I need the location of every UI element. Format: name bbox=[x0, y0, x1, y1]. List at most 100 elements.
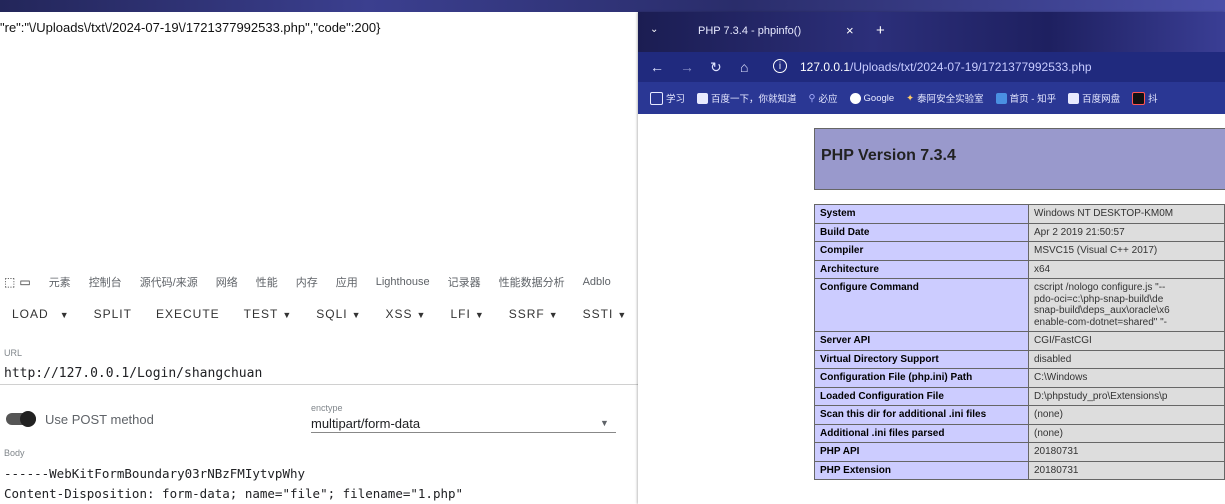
phpinfo-key: System bbox=[814, 204, 1029, 224]
phpinfo-row: Loaded Configuration File D:\phpstudy_pro… bbox=[814, 386, 1225, 406]
test-menu-button[interactable]: TEST ▼ bbox=[244, 307, 293, 321]
phpinfo-key: Server API bbox=[814, 331, 1029, 351]
post-method-label: Use POST method bbox=[45, 412, 154, 427]
phpinfo-key: PHP API bbox=[814, 442, 1029, 462]
enctype-underline bbox=[311, 432, 616, 433]
tab-search-icon[interactable]: ⌄ bbox=[650, 24, 658, 35]
douyin-icon bbox=[1132, 91, 1146, 105]
chevron-down-icon: ▼ bbox=[548, 310, 559, 320]
phpinfo-key: Configuration File (php.ini) Path bbox=[814, 368, 1029, 388]
phpinfo-row: Virtual Directory Support disabled bbox=[814, 349, 1225, 369]
url-label: URL bbox=[4, 348, 23, 358]
xss-menu-button[interactable]: XSS ▼ bbox=[386, 307, 427, 321]
devtools-tab[interactable]: Lighthouse bbox=[376, 276, 430, 288]
execute-button[interactable]: EXECUTE bbox=[156, 307, 220, 321]
ssrf-menu-button[interactable]: SSRF ▼ bbox=[509, 307, 559, 321]
folder-icon bbox=[650, 91, 663, 105]
phpinfo-key: Additional .ini files parsed bbox=[814, 423, 1029, 443]
phpinfo-row: Build Date Apr 2 2019 21:50:57 bbox=[814, 222, 1225, 242]
phpinfo-value: MSVC15 (Visual C++ 2017) bbox=[1028, 241, 1225, 261]
bookmark-item[interactable]: ⚲ 必应 bbox=[808, 91, 838, 106]
devtools-tab[interactable]: 控制台 bbox=[89, 274, 122, 290]
phpinfo-key: Scan this dir for additional .ini files bbox=[814, 405, 1029, 425]
body-textarea-line[interactable]: Content-Disposition: form-data; name="fi… bbox=[4, 486, 463, 501]
home-icon[interactable]: ⌂ bbox=[740, 59, 748, 75]
baidu-netdisk-icon bbox=[1068, 92, 1080, 104]
phpinfo-row: Compiler MSVC15 (Visual C++ 2017) bbox=[814, 241, 1225, 261]
phpinfo-page: PHP Version 7.3.4 System Windows NT DESKT… bbox=[638, 114, 1225, 504]
post-method-toggle[interactable] bbox=[6, 411, 36, 427]
reload-icon[interactable]: ↻ bbox=[710, 59, 722, 76]
site-info-icon[interactable]: i bbox=[773, 59, 787, 73]
body-textarea-line[interactable]: ------WebKitFormBoundary03rNBzFMIytvpWhy bbox=[4, 466, 305, 481]
phpinfo-row: PHP API 20180731 bbox=[814, 442, 1225, 462]
devtools-tab[interactable]: 网络 bbox=[216, 274, 238, 290]
devtools-tab[interactable]: 源代码/来源 bbox=[140, 274, 198, 290]
address-bar[interactable]: 127.0.0.1/Uploads/txt/2024-07-19/1721377… bbox=[800, 60, 1092, 74]
devtools-tab[interactable]: 内存 bbox=[296, 274, 318, 290]
bookmark-item[interactable]: Google bbox=[849, 92, 894, 104]
load-button[interactable]: LOAD ▼ bbox=[12, 307, 70, 321]
search-icon: ⚲ bbox=[808, 92, 816, 104]
phpinfo-row: System Windows NT DESKTOP-KM0M bbox=[814, 204, 1225, 224]
ssti-menu-button[interactable]: SSTI ▼ bbox=[583, 307, 628, 321]
devtools-tab[interactable]: Adblo bbox=[583, 276, 611, 288]
enctype-select[interactable]: multipart/form-data bbox=[311, 416, 616, 431]
phpinfo-key: Virtual Directory Support bbox=[814, 349, 1029, 369]
phpinfo-value: cscript /nologo configure.js "-- pdo-oci… bbox=[1028, 278, 1225, 332]
phpinfo-row: Configure Command cscript /nologo configu… bbox=[814, 278, 1225, 332]
phpinfo-value: (none) bbox=[1028, 423, 1225, 443]
browser-window: ⌄ PHP 7.3.4 - phpinfo() × + ← → ↻ ⌂ i 12… bbox=[638, 12, 1225, 504]
toggle-knob bbox=[20, 411, 36, 427]
back-icon[interactable]: ← bbox=[650, 59, 664, 75]
devtools-tab[interactable]: 性能数据分析 bbox=[499, 274, 565, 290]
phpinfo-value: C:\Windows bbox=[1028, 368, 1225, 388]
load-dropdown-icon[interactable]: ▼ bbox=[53, 310, 70, 320]
chevron-down-icon: ▼ bbox=[617, 310, 628, 320]
bookmarks-bar: 学习 百度一下，你就知道 ⚲ 必应 Google ✦ 泰阿安全实验室 首页 - 知乎… bbox=[638, 82, 1225, 114]
zhihu-icon bbox=[995, 92, 1007, 104]
browser-tab-strip: ⌄ PHP 7.3.4 - phpinfo() × + bbox=[638, 12, 1225, 52]
devtools-tab[interactable]: 元素 bbox=[49, 274, 71, 290]
phpinfo-value: 20180731 bbox=[1028, 460, 1225, 480]
url-input[interactable]: http://127.0.0.1/Login/shangchuan bbox=[4, 366, 634, 381]
background-window-strip bbox=[0, 0, 1225, 12]
devtools-tab[interactable]: 应用 bbox=[336, 274, 358, 290]
phpinfo-row: PHP Extension 20180731 bbox=[814, 460, 1225, 480]
chevron-down-icon[interactable]: ▼ bbox=[600, 418, 609, 428]
phpinfo-key: Build Date bbox=[814, 222, 1029, 242]
new-tab-icon[interactable]: + bbox=[876, 22, 885, 39]
bookmark-item[interactable]: 抖 bbox=[1132, 91, 1158, 105]
php-version-header: PHP Version 7.3.4 bbox=[814, 128, 1225, 190]
chevron-down-icon: ▼ bbox=[474, 310, 485, 320]
devtools-tab[interactable]: 记录器 bbox=[448, 274, 481, 290]
close-tab-icon[interactable]: × bbox=[846, 23, 854, 38]
lfi-menu-button[interactable]: LFI ▼ bbox=[450, 307, 484, 321]
chevron-down-icon: ▼ bbox=[282, 310, 293, 320]
bookmark-item[interactable]: 百度网盘 bbox=[1068, 91, 1120, 105]
bookmark-item[interactable]: 首页 - 知乎 bbox=[995, 91, 1056, 105]
hackbar-toolbar: LOAD ▼ SPLIT EXECUTE TEST ▼ SQLI ▼ XSS ▼ LF… bbox=[0, 300, 638, 328]
forward-icon[interactable]: → bbox=[680, 59, 694, 75]
bookmark-item[interactable]: 百度一下，你就知道 bbox=[697, 91, 797, 105]
chevron-down-icon: ▼ bbox=[351, 310, 362, 320]
phpinfo-row: Additional .ini files parsed (none) bbox=[814, 423, 1225, 443]
sqli-menu-button[interactable]: SQLI ▼ bbox=[316, 307, 361, 321]
inspect-element-icon[interactable]: ⬚ bbox=[4, 275, 15, 289]
php-version-title: PHP Version 7.3.4 bbox=[821, 147, 956, 164]
phpinfo-value: D:\phpstudy_pro\Extensions\p bbox=[1028, 386, 1225, 406]
chevron-down-icon: ▼ bbox=[416, 310, 427, 320]
browser-toolbar: ← → ↻ ⌂ i 127.0.0.1/Uploads/txt/2024-07-… bbox=[638, 52, 1225, 82]
devtools-tab[interactable]: 性能 bbox=[256, 274, 278, 290]
url-underline bbox=[0, 384, 638, 385]
bookmark-folder[interactable]: 学习 bbox=[650, 91, 685, 105]
phpinfo-value: CGI/FastCGI bbox=[1028, 331, 1225, 351]
bookmark-item[interactable]: ✦ 泰阿安全实验室 bbox=[906, 91, 983, 106]
phpinfo-value: Windows NT DESKTOP-KM0M bbox=[1028, 204, 1225, 224]
google-icon bbox=[849, 92, 861, 104]
split-button[interactable]: SPLIT bbox=[94, 307, 132, 321]
device-toolbar-icon[interactable]: ▭ bbox=[19, 275, 30, 289]
browser-tab-title[interactable]: PHP 7.3.4 - phpinfo() bbox=[698, 25, 801, 37]
phpinfo-key: PHP Extension bbox=[814, 460, 1029, 480]
lab-icon: ✦ bbox=[906, 92, 915, 104]
